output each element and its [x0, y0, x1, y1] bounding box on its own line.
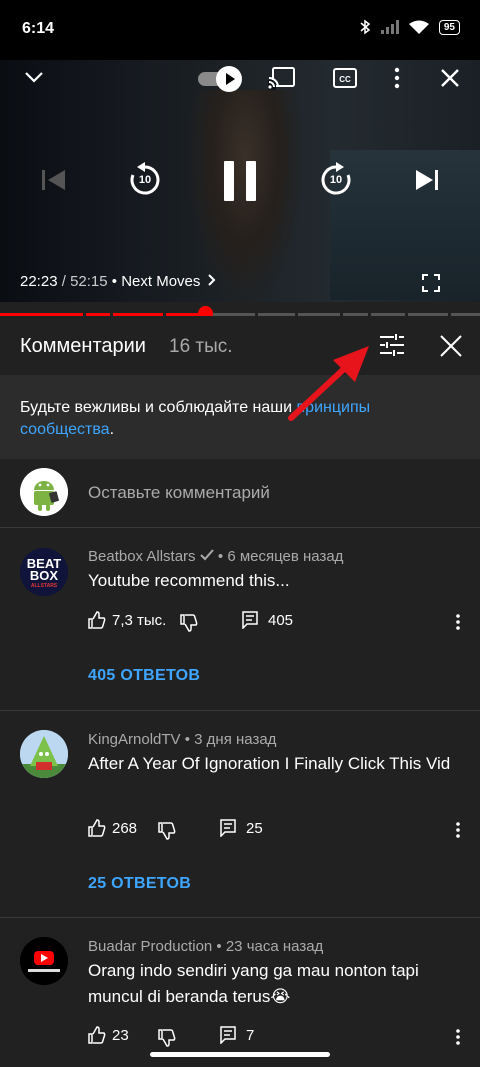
video-time[interactable]: 22:23 / 52:15 • Next Moves [20, 273, 217, 290]
reply-count: 405 [268, 611, 294, 629]
thumbs-up-icon [88, 1026, 106, 1044]
seek-forward-label: 10 [329, 174, 343, 186]
buadar-logo-icon [20, 937, 68, 985]
comment-text: Orang indo sendiri yang ga mau nonton ta… [88, 961, 419, 1006]
status-icons: 95 [359, 19, 460, 35]
comment-date: • 23 часа назад [212, 938, 324, 955]
svg-text:CC: CC [339, 75, 351, 84]
view-replies-button[interactable]: 25 ОТВЕТОВ [88, 875, 191, 893]
comment-avatar[interactable]: BEAT BOX ALLSTARS [20, 548, 68, 596]
thumbs-up-icon [88, 611, 106, 629]
like-button[interactable]: 23 [88, 1026, 129, 1044]
svg-text:BOX: BOX [30, 568, 59, 583]
comment-meta: Beatbox Allstars • 6 месяцев назад [88, 548, 343, 565]
android-avatar-icon [20, 468, 68, 516]
comment-item: Buadar Production • 23 часа назад Orang … [0, 918, 480, 1047]
reply-button[interactable]: 25 [220, 819, 263, 837]
comment-date: • 6 месяцев назад [213, 548, 344, 565]
minimize-chevron-icon[interactable] [24, 70, 44, 84]
status-bar: 6:14 95 [0, 0, 480, 60]
next-icon[interactable] [414, 168, 440, 192]
thumbs-down-icon[interactable] [158, 1029, 176, 1047]
like-count: 7,3 тыс. [112, 611, 167, 629]
notice-end: . [109, 421, 115, 438]
comment-author[interactable]: KingArnoldTV [88, 731, 181, 748]
like-button[interactable]: 268 [88, 819, 137, 837]
reply-icon [220, 819, 236, 837]
comments-count: 16 тыс. [169, 336, 233, 357]
verified-check-icon [200, 549, 214, 561]
close-player-icon[interactable] [440, 68, 460, 88]
comments-header: Комментарии 16 тыс. [0, 316, 480, 375]
seek-back-button[interactable]: 10 [127, 162, 163, 198]
thumbs-down-icon[interactable] [180, 614, 198, 632]
comment-text: Youtube recommend this... [88, 571, 290, 590]
comments-title: Комментарии [20, 335, 146, 357]
gesture-navigation-bar[interactable] [150, 1052, 330, 1057]
status-time: 6:14 [22, 20, 55, 37]
seek-forward-button[interactable]: 10 [318, 162, 354, 198]
previous-icon[interactable] [41, 168, 67, 192]
notice-text: Будьте вежливы и соблюдайте наши [20, 399, 297, 416]
comment-author[interactable]: Buadar Production [88, 938, 212, 955]
comment-item: BEAT BOX ALLSTARS Beatbox Allstars • 6 м… [0, 528, 480, 710]
comment-item: KingArnoldTV • 3 дня назад After A Year … [0, 711, 480, 917]
more-options-icon[interactable] [393, 67, 401, 89]
comment-actions: 268 25 [88, 819, 463, 843]
chevron-right-icon [207, 274, 215, 286]
current-time: 22:23 [20, 273, 58, 290]
pause-icon[interactable] [222, 161, 258, 201]
comment-avatar[interactable] [20, 730, 68, 778]
autoplay-toggle[interactable] [198, 66, 244, 92]
my-avatar [20, 468, 68, 516]
add-comment-row[interactable]: Оставьте комментарий [0, 459, 480, 528]
like-count: 23 [112, 1026, 129, 1044]
comment-actions: 23 7 [88, 1026, 463, 1050]
like-count: 268 [112, 819, 138, 837]
comment-avatar[interactable] [20, 937, 68, 985]
comment-meta: Buadar Production • 23 часа назад [88, 938, 323, 955]
wifi-icon [408, 20, 429, 34]
comment-text: After A Year Of Ignoration I Finally Cli… [88, 754, 451, 773]
chapter-title: • Next Moves [107, 273, 201, 290]
comment-date: • 3 дня назад [180, 731, 277, 748]
thumbs-up-icon [88, 819, 106, 837]
duration: 52:15 [70, 273, 108, 290]
captions-icon[interactable]: CC [333, 67, 357, 89]
like-button[interactable]: 7,3 тыс. [88, 611, 166, 629]
comment-author[interactable]: Beatbox Allstars [88, 548, 196, 565]
beatbox-logo-icon: BEAT BOX ALLSTARS [20, 548, 68, 596]
svg-text:ALLSTARS: ALLSTARS [31, 583, 58, 589]
close-comments-icon[interactable] [440, 335, 462, 357]
reply-icon [242, 611, 258, 629]
thumbs-down-icon[interactable] [158, 822, 176, 840]
comment-more-icon[interactable] [455, 614, 461, 630]
reply-count: 25 [246, 819, 263, 837]
sort-filter-icon[interactable] [380, 334, 404, 356]
comment-more-icon[interactable] [455, 822, 461, 838]
fullscreen-icon[interactable] [422, 274, 440, 292]
battery-indicator: 95 [438, 19, 460, 35]
reply-count: 7 [246, 1026, 255, 1044]
autoplay-play-icon [226, 73, 235, 85]
reply-icon [220, 1026, 236, 1044]
community-guidelines-notice: Будьте вежливы и соблюдайте наши принцип… [0, 375, 480, 459]
reply-button[interactable]: 405 [242, 611, 293, 629]
comment-more-icon[interactable] [455, 1029, 461, 1045]
time-separator: / [57, 273, 71, 290]
reply-button[interactable]: 7 [220, 1026, 254, 1044]
cast-icon[interactable] [268, 66, 296, 90]
comment-input-placeholder[interactable]: Оставьте комментарий [88, 483, 270, 503]
signal-icon [380, 20, 399, 34]
view-replies-button[interactable]: 405 ОТВЕТОВ [88, 667, 200, 685]
video-player[interactable]: CC 10 10 22:23 / 52:15 • Next Moves [0, 60, 480, 302]
comment-meta: KingArnoldTV • 3 дня назад [88, 731, 276, 748]
comment-actions: 7,3 тыс. 405 [88, 611, 463, 635]
kingarnold-avatar-icon [20, 730, 68, 778]
bluetooth-icon [360, 19, 371, 35]
seek-back-label: 10 [138, 174, 152, 186]
